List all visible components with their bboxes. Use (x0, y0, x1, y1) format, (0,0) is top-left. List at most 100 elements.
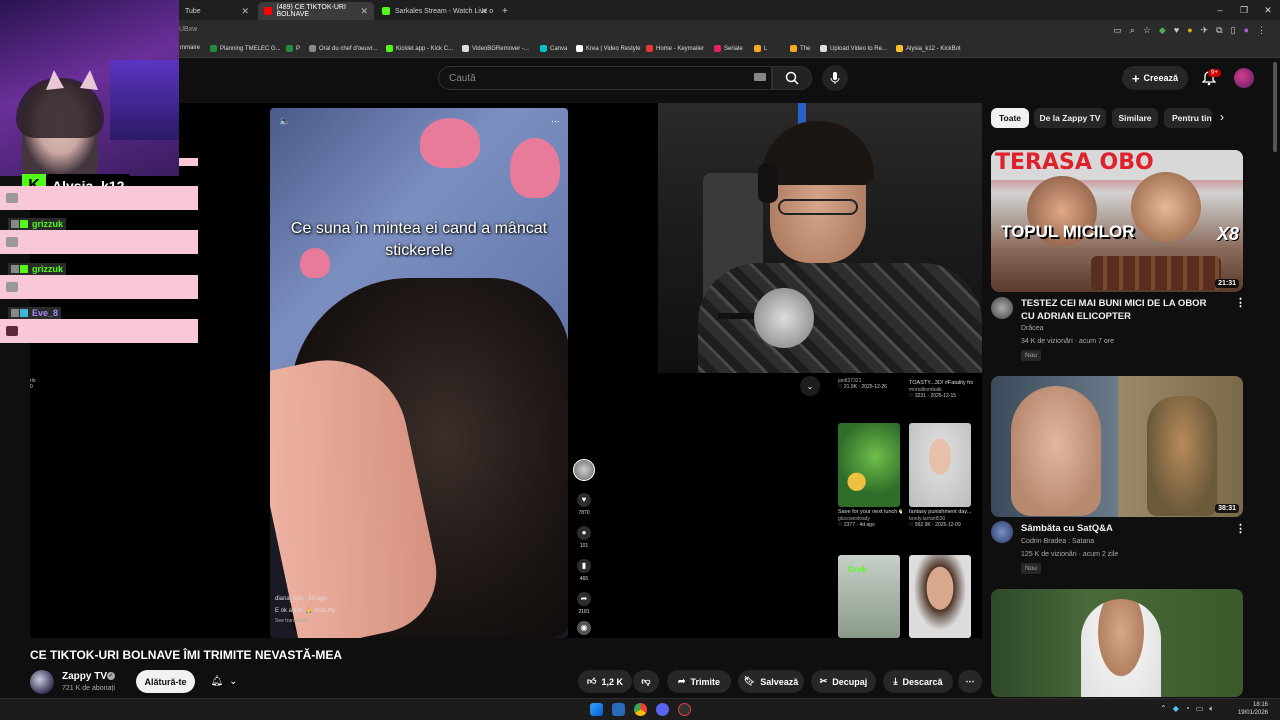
channel-avatar[interactable] (30, 670, 54, 694)
extension-icon[interactable]: ♥ (1174, 25, 1179, 36)
tiktok-grid-item[interactable] (909, 555, 973, 638)
bookmark-item[interactable]: Home - Keymailer (646, 45, 704, 52)
tiktok-grid-item[interactable]: Grok (838, 555, 902, 638)
network-icon[interactable]: ◆ (1173, 704, 1179, 714)
person-figure (1081, 599, 1161, 697)
scrollbar[interactable] (1273, 62, 1277, 152)
more-options-icon[interactable]: ⋯ (551, 116, 560, 127)
bookmark-item[interactable]: VideoBGRemover -... (462, 45, 529, 52)
bookmark-item[interactable]: mmaire (180, 45, 200, 51)
mute-icon[interactable]: 🔈 (279, 116, 290, 127)
close-tab-icon[interactable]: ✕ (480, 6, 488, 17)
subscription-bell-button[interactable]: 🔔︎ ⌄ (202, 670, 246, 693)
user-avatar[interactable] (1234, 68, 1254, 88)
close-window-button[interactable]: ✕ (1256, 0, 1280, 20)
tab-youtube-1[interactable]: Tube ✕ (179, 2, 255, 20)
app-icon[interactable] (678, 703, 691, 716)
chip-de-la-zappy[interactable]: De la Zappy TV (1034, 108, 1106, 128)
more-vert-icon[interactable]: ⋮ (1235, 296, 1246, 309)
channel-name[interactable]: Zappy TV (62, 671, 107, 682)
bookmark-item[interactable]: L (754, 45, 767, 52)
url-text[interactable]: UBxw (179, 26, 197, 33)
more-actions-button[interactable]: ⋯ (958, 670, 982, 693)
tab-kick-stream[interactable]: Sarkales Stream - Watch Live o ✕ (376, 2, 494, 20)
bookmark-item[interactable]: Kicklet.app - Kick C... (386, 45, 453, 52)
bookmark-item[interactable]: P (286, 45, 300, 52)
bookmark-item[interactable]: Seriale (714, 45, 743, 52)
close-tab-icon[interactable]: ✕ (360, 6, 368, 17)
tiktok-grid-item[interactable]: TOASTY...3D! #Fatality from... mortalkom… (909, 378, 973, 399)
file-explorer-icon[interactable] (612, 703, 625, 716)
dislike-button[interactable]: 👎︎ (633, 670, 659, 693)
system-clock[interactable]: 18:16 19/01/2026 (1238, 701, 1268, 717)
chrome-icon[interactable] (634, 703, 647, 716)
bookmark-item[interactable]: Oral du chef d'oeuvr... (309, 45, 378, 52)
comment-action[interactable]: ● 101 (572, 526, 596, 549)
new-tab-button[interactable]: + (496, 2, 510, 20)
maximize-button[interactable]: ❐ (1232, 0, 1256, 20)
close-tab-icon[interactable]: ✕ (241, 6, 249, 17)
puzzle-icon[interactable]: ⧉ (1216, 25, 1222, 36)
join-button[interactable]: Alătură-te (136, 670, 195, 693)
download-button[interactable]: ⤓ Descarcă (883, 670, 953, 693)
channel-avatar[interactable] (991, 297, 1013, 319)
profile-avatar-icon[interactable]: ● (1244, 25, 1249, 36)
volume-icon[interactable]: 🔈︎ (1209, 704, 1214, 714)
bookmark-item[interactable]: Planning TMELEC G... (210, 45, 281, 52)
video-player[interactable]: Ce suna în mintea ei cand a mâncat stick… (30, 103, 982, 638)
save-button[interactable]: 🔖︎ Salvează (738, 670, 804, 693)
extension-icon[interactable]: ● (1187, 25, 1192, 36)
voice-search-button[interactable] (822, 65, 848, 91)
channel-avatar[interactable] (991, 521, 1013, 543)
recommendation-channel[interactable]: Codrin Bradea : Satana (1021, 538, 1094, 545)
chip-toate[interactable]: Toate (991, 108, 1029, 128)
bookmark-item[interactable]: The (790, 45, 810, 52)
search-input[interactable]: Caută (438, 66, 772, 90)
bookmark-item[interactable]: Krea | Video Restyle (576, 45, 640, 52)
webcam-feed (658, 103, 982, 373)
sound-disc[interactable]: ◉ (572, 621, 596, 635)
share-action[interactable]: ➦ 2181 (572, 592, 596, 615)
create-button[interactable]: + Creează (1122, 66, 1188, 90)
recommendation-thumbnail[interactable]: TERASA OBO TOPUL MICILOR X8 21:31 (991, 150, 1243, 292)
tiktok-grid-item[interactable]: jan827321 ♡ 21.9K · 2025-12-26 (838, 378, 902, 390)
chip-similare[interactable]: Similare (1112, 108, 1158, 128)
wifi-icon[interactable]: ◔ (1185, 704, 1190, 714)
recommendation-title[interactable]: Sâmbăta cu SatQ&A (1021, 522, 1221, 535)
recommendation-title[interactable]: TESTEZ CEI MAI BUNI MICI DE LA OBOR CU A… (1021, 297, 1221, 323)
like-button[interactable]: 👍︎ 1,2 K (578, 670, 632, 693)
zoom-icon[interactable]: ⌕ (1130, 25, 1135, 36)
share-button[interactable]: ➦ Trimite (667, 670, 731, 693)
menu-dots-icon[interactable]: ⋮ (1257, 25, 1266, 36)
chevron-up-icon[interactable]: ⌃ (1160, 704, 1167, 714)
more-vert-icon[interactable]: ⋮ (1235, 522, 1246, 535)
tiktok-grid-item[interactable]: Save for your next lunch 🥗 This is... gl… (838, 423, 902, 528)
discord-icon[interactable] (656, 703, 669, 716)
recommendation-thumbnail[interactable] (991, 589, 1243, 697)
windows-start-icon[interactable] (590, 703, 603, 716)
star-icon[interactable]: ☆ (1143, 25, 1151, 36)
chevron-right-icon[interactable]: › (1220, 110, 1224, 124)
monitor-icon[interactable]: ▭ (1196, 704, 1204, 714)
chevron-down-icon[interactable]: ⌄ (800, 376, 820, 396)
tiktok-grid-item[interactable]: fantasy punishment day... brody.tarrant5… (909, 423, 973, 528)
search-button[interactable] (772, 66, 812, 90)
minimize-button[interactable]: – (1208, 0, 1232, 20)
bookmark-item[interactable]: Alysia_k12 - KickBot (896, 45, 961, 52)
keyboard-icon[interactable] (754, 73, 766, 81)
chip-pentru-tine[interactable]: Pentru tine (1164, 108, 1212, 128)
sidebar-icon[interactable]: ▯ (1231, 25, 1236, 36)
recommendation-thumbnail[interactable]: 38:31 (991, 376, 1243, 517)
bookmark-item[interactable]: Canva (540, 45, 567, 52)
extension-icon[interactable]: ✈ (1201, 25, 1209, 36)
see-translation-link[interactable]: See translation (275, 618, 308, 624)
bookmark-action[interactable]: ▮ 465 (572, 559, 596, 582)
cast-icon[interactable]: ▭ (1113, 25, 1122, 36)
extension-icon[interactable]: ◆ (1159, 25, 1166, 36)
bookmark-item[interactable]: Upload Video to Re... (820, 45, 887, 52)
recommendation-channel[interactable]: Drăcea (1021, 325, 1044, 332)
clip-button[interactable]: ✂ Decupaj (811, 670, 876, 693)
like-action[interactable]: ♥ 7870 (572, 493, 596, 516)
tiktok-profile-avatar[interactable] (573, 459, 595, 481)
tab-active-video[interactable]: (489) CE TIKTOK-URI BOLNAVE ✕ (258, 2, 374, 20)
